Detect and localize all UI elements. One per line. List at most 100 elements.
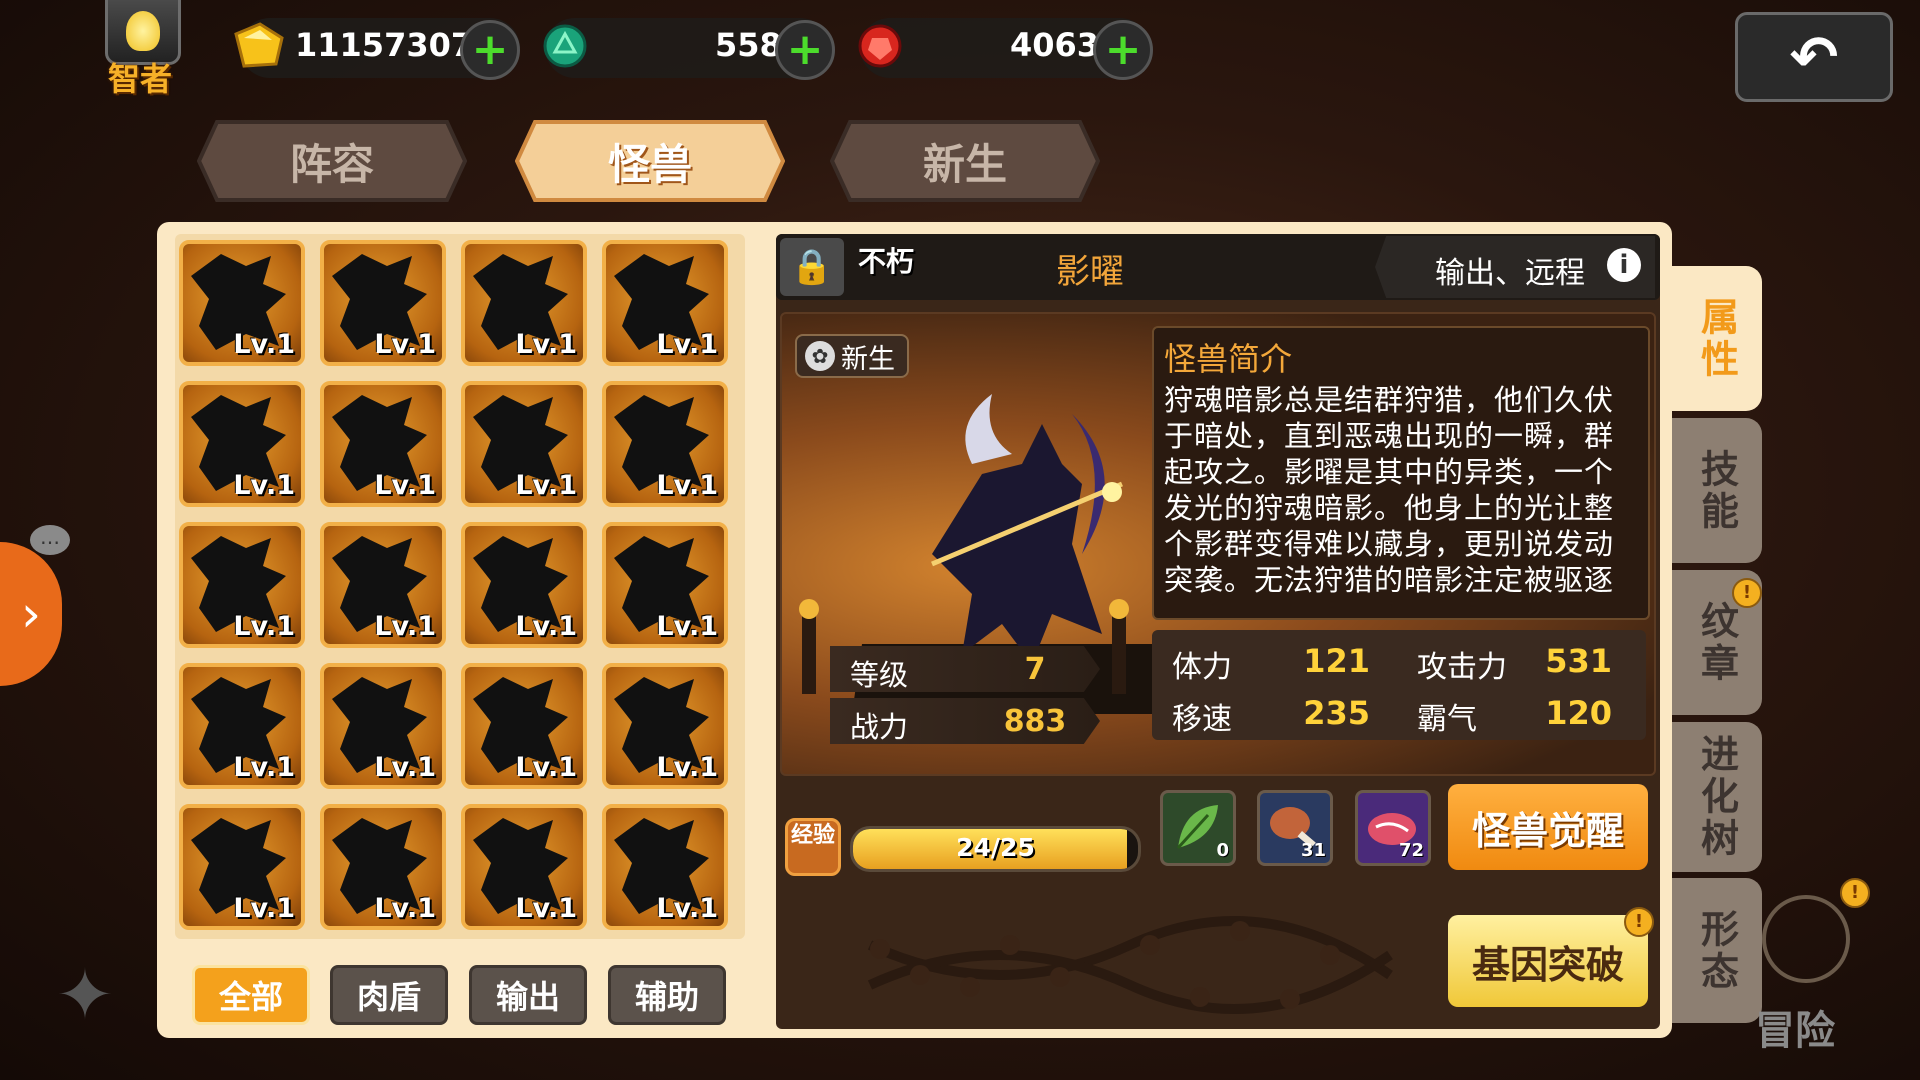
monster-card[interactable]: Lv.1 xyxy=(461,240,587,366)
monster-card[interactable]: Lv.1 xyxy=(179,381,305,507)
monster-card[interactable]: Lv.1 xyxy=(320,240,446,366)
monster-level-label: Lv.1 xyxy=(515,470,577,501)
monster-card[interactable]: Lv.1 xyxy=(179,663,305,789)
shuriken-icon[interactable]: ✦ xyxy=(45,955,125,1035)
monster-name: 影曜 xyxy=(1056,252,1124,292)
exp-badge: 经验 xyxy=(785,818,841,876)
monster-level-label: Lv.1 xyxy=(515,329,577,360)
monster-role: 输出、远程 i xyxy=(1375,236,1655,298)
exp-text: 24/25 xyxy=(956,833,1035,862)
stats-box: 体力 121 攻击力 531 移速 235 霸气 120 xyxy=(1152,630,1646,740)
monster-card[interactable]: Lv.1 xyxy=(461,804,587,930)
awaken-button[interactable]: 怪兽觉醒 xyxy=(1448,784,1648,870)
stat-aura-value: 120 xyxy=(1545,694,1612,732)
tab-lineup[interactable]: 阵容 xyxy=(197,118,467,204)
monster-level-label: Lv.1 xyxy=(656,752,718,783)
monster-card[interactable]: Lv.1 xyxy=(461,522,587,648)
stat-hp-label: 体力 xyxy=(1172,650,1232,685)
monster-card[interactable]: Lv.1 xyxy=(461,381,587,507)
monster-card[interactable]: Lv.1 xyxy=(179,522,305,648)
info-icon[interactable]: i xyxy=(1607,248,1641,282)
tab-monster[interactable]: 怪兽 xyxy=(515,118,785,204)
stat-hp-value: 121 xyxy=(1303,642,1370,680)
monster-card[interactable]: Lv.1 xyxy=(461,663,587,789)
monster-level-label: Lv.1 xyxy=(374,329,436,360)
chat-icon[interactable]: … xyxy=(30,525,70,555)
monster-card[interactable]: Lv.1 xyxy=(179,240,305,366)
monster-level-label: Lv.1 xyxy=(515,893,577,924)
monster-card[interactable]: Lv.1 xyxy=(602,663,728,789)
filter-tank-button[interactable]: 肉盾 xyxy=(330,965,448,1025)
item-steak[interactable]: 72 xyxy=(1355,790,1431,866)
monster-level-label: Lv.1 xyxy=(374,470,436,501)
level-power-box: 等级 7 战力 883 xyxy=(830,636,1100,744)
side-tab-skills[interactable]: 技能 xyxy=(1672,418,1762,563)
monster-card[interactable]: Lv.1 xyxy=(320,381,446,507)
back-arrow-icon: ↶ xyxy=(1789,23,1839,91)
monster-card[interactable]: Lv.1 xyxy=(602,804,728,930)
adventure-label[interactable]: 冒险 xyxy=(1755,998,1835,1056)
item-meat-leg[interactable]: 31 xyxy=(1257,790,1333,866)
monster-level-label: Lv.1 xyxy=(233,329,295,360)
gold-add-button[interactable]: + xyxy=(460,20,520,80)
emerald-resource: 558 + xyxy=(543,18,835,80)
power-value: 883 xyxy=(1003,704,1067,739)
side-tab-evolution-tree[interactable]: 进化树 xyxy=(1672,722,1762,872)
lock-icon: 🔒 xyxy=(790,247,834,287)
alert-icon: ! xyxy=(1732,578,1762,608)
monster-intro: 怪兽简介 狩魂暗影总是结群狩猎，他们久伏于暗处，直到恶魂出现的一瞬，群起攻之。影… xyxy=(1152,326,1650,620)
monster-level-label: Lv.1 xyxy=(233,470,295,501)
expand-arrow-button[interactable]: › xyxy=(0,542,62,686)
newborn-tag: ✿ 新生 xyxy=(795,334,909,378)
monster-level-label: Lv.1 xyxy=(656,893,718,924)
tab-newborn[interactable]: 新生 xyxy=(830,118,1100,204)
item-leaf[interactable]: 0 xyxy=(1160,790,1236,866)
side-tab-attributes[interactable]: 属性 xyxy=(1672,266,1762,411)
gold-resource: 111573079 + xyxy=(234,18,520,80)
side-tab-form[interactable]: 形态 xyxy=(1672,878,1762,1023)
exp-bar: 24/25 xyxy=(850,826,1141,872)
rarity-badge: 不朽 xyxy=(858,245,915,278)
power-label: 战力 xyxy=(850,710,909,744)
alert-icon: ! xyxy=(1840,878,1870,908)
green-gem-icon xyxy=(543,24,587,68)
level-label: 等级 xyxy=(850,658,909,692)
gene-chain-icon xyxy=(867,916,1393,1014)
power-row: 战力 883 xyxy=(830,698,1100,744)
monster-card[interactable]: Lv.1 xyxy=(602,522,728,648)
newborn-tag-label: 新生 xyxy=(841,343,895,375)
monster-card[interactable]: Lv.1 xyxy=(320,663,446,789)
lock-button[interactable]: 🔒 xyxy=(780,238,844,296)
compass-icon[interactable] xyxy=(1762,895,1850,983)
emerald-add-button[interactable]: + xyxy=(775,20,835,80)
filter-dps-button[interactable]: 输出 xyxy=(469,965,587,1025)
monster-level-label: Lv.1 xyxy=(374,752,436,783)
monster-card[interactable]: Lv.1 xyxy=(602,240,728,366)
alert-icon: ! xyxy=(1624,907,1654,937)
filter-support-button[interactable]: 辅助 xyxy=(608,965,726,1025)
item-meat-leg-count: 31 xyxy=(1300,840,1326,861)
tab-lineup-label: 阵容 xyxy=(289,139,374,189)
stat-atk-value: 531 xyxy=(1545,642,1612,680)
back-button[interactable]: ↶ xyxy=(1735,12,1893,102)
filter-all-button[interactable]: 全部 xyxy=(192,965,310,1025)
level-row: 等级 7 xyxy=(830,646,1100,692)
monster-level-label: Lv.1 xyxy=(515,752,577,783)
monster-card[interactable]: Lv.1 xyxy=(320,522,446,648)
intro-title: 怪兽简介 xyxy=(1164,340,1293,378)
monster-card[interactable]: Lv.1 xyxy=(602,381,728,507)
monster-level-label: Lv.1 xyxy=(233,752,295,783)
stat-aura-label: 霸气 xyxy=(1417,702,1477,737)
monster-card[interactable]: Lv.1 xyxy=(179,804,305,930)
item-steak-count: 72 xyxy=(1398,840,1424,861)
ruby-add-button[interactable]: + xyxy=(1093,20,1153,80)
monster-card[interactable]: Lv.1 xyxy=(320,804,446,930)
side-tab-emblem-label: 纹章 xyxy=(1694,600,1739,685)
ruby-value: 4063 xyxy=(1010,26,1100,64)
player-title-badge[interactable]: 智者 xyxy=(95,0,185,98)
intro-text: 狩魂暗影总是结群狩猎，他们久伏于暗处，直到恶魂出现的一瞬，群起攻之。影曜是其中的… xyxy=(1164,383,1615,597)
gold-coin-icon xyxy=(234,22,284,68)
item-leaf-count: 0 xyxy=(1216,840,1229,861)
gene-breakthrough-button[interactable]: 基因突破 ! xyxy=(1448,907,1654,1007)
stat-atk-label: 攻击力 xyxy=(1417,650,1507,685)
